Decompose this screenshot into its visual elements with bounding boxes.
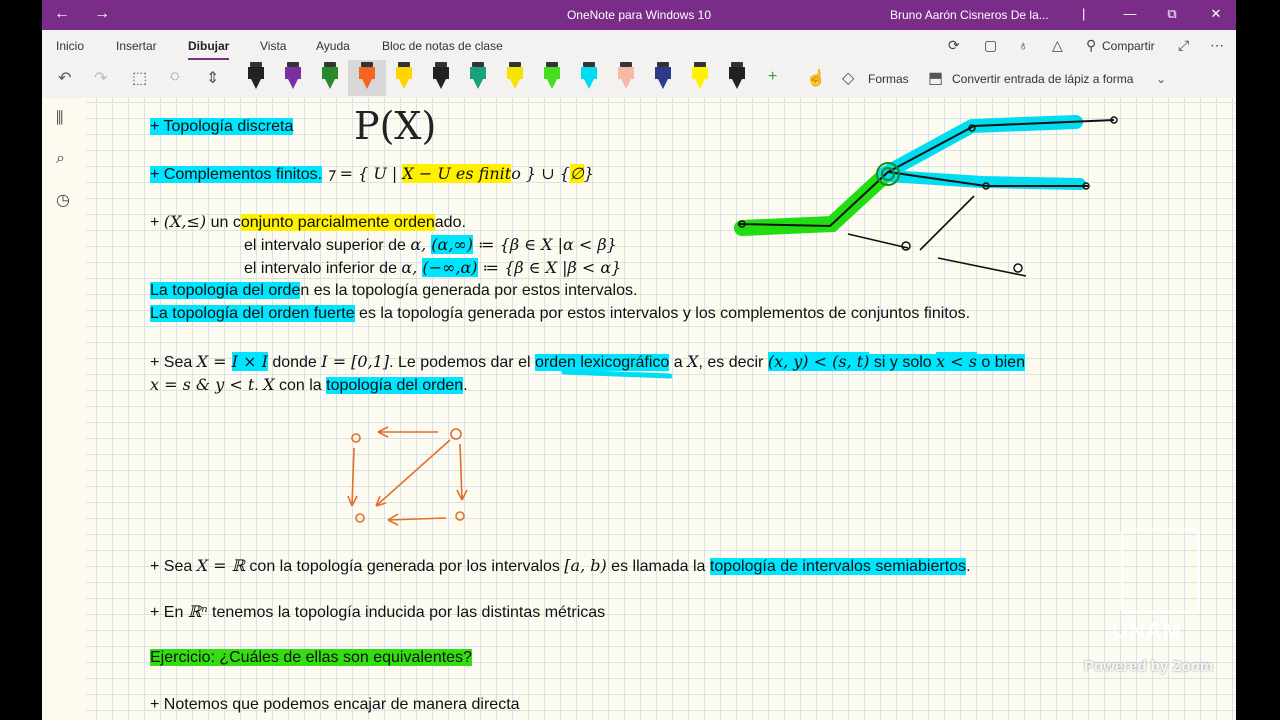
onenote-window: ← → OneNote para Windows 10 Bruno Aarón … [42,0,1236,720]
ink-tree-branch-left [847,233,909,249]
unam-text: UNAM [1112,618,1182,643]
ink-drawings [347,115,1118,526]
ink-cyan-underline [561,369,673,379]
ink-node-g [1013,263,1023,273]
unam-logo [1120,528,1200,614]
ink-cyan-stroke-upper [877,115,1083,181]
ink-green-stroke [734,170,890,236]
ink-tree-branch-bottom [937,257,1027,277]
zoom-watermark: Powered by Zoom [1084,658,1214,675]
ink-tree-branch-mid [919,195,975,251]
ink-cyan-stroke-lower [882,170,1086,190]
ink-orange-diagram [347,426,468,526]
ink-node-f [901,241,911,251]
